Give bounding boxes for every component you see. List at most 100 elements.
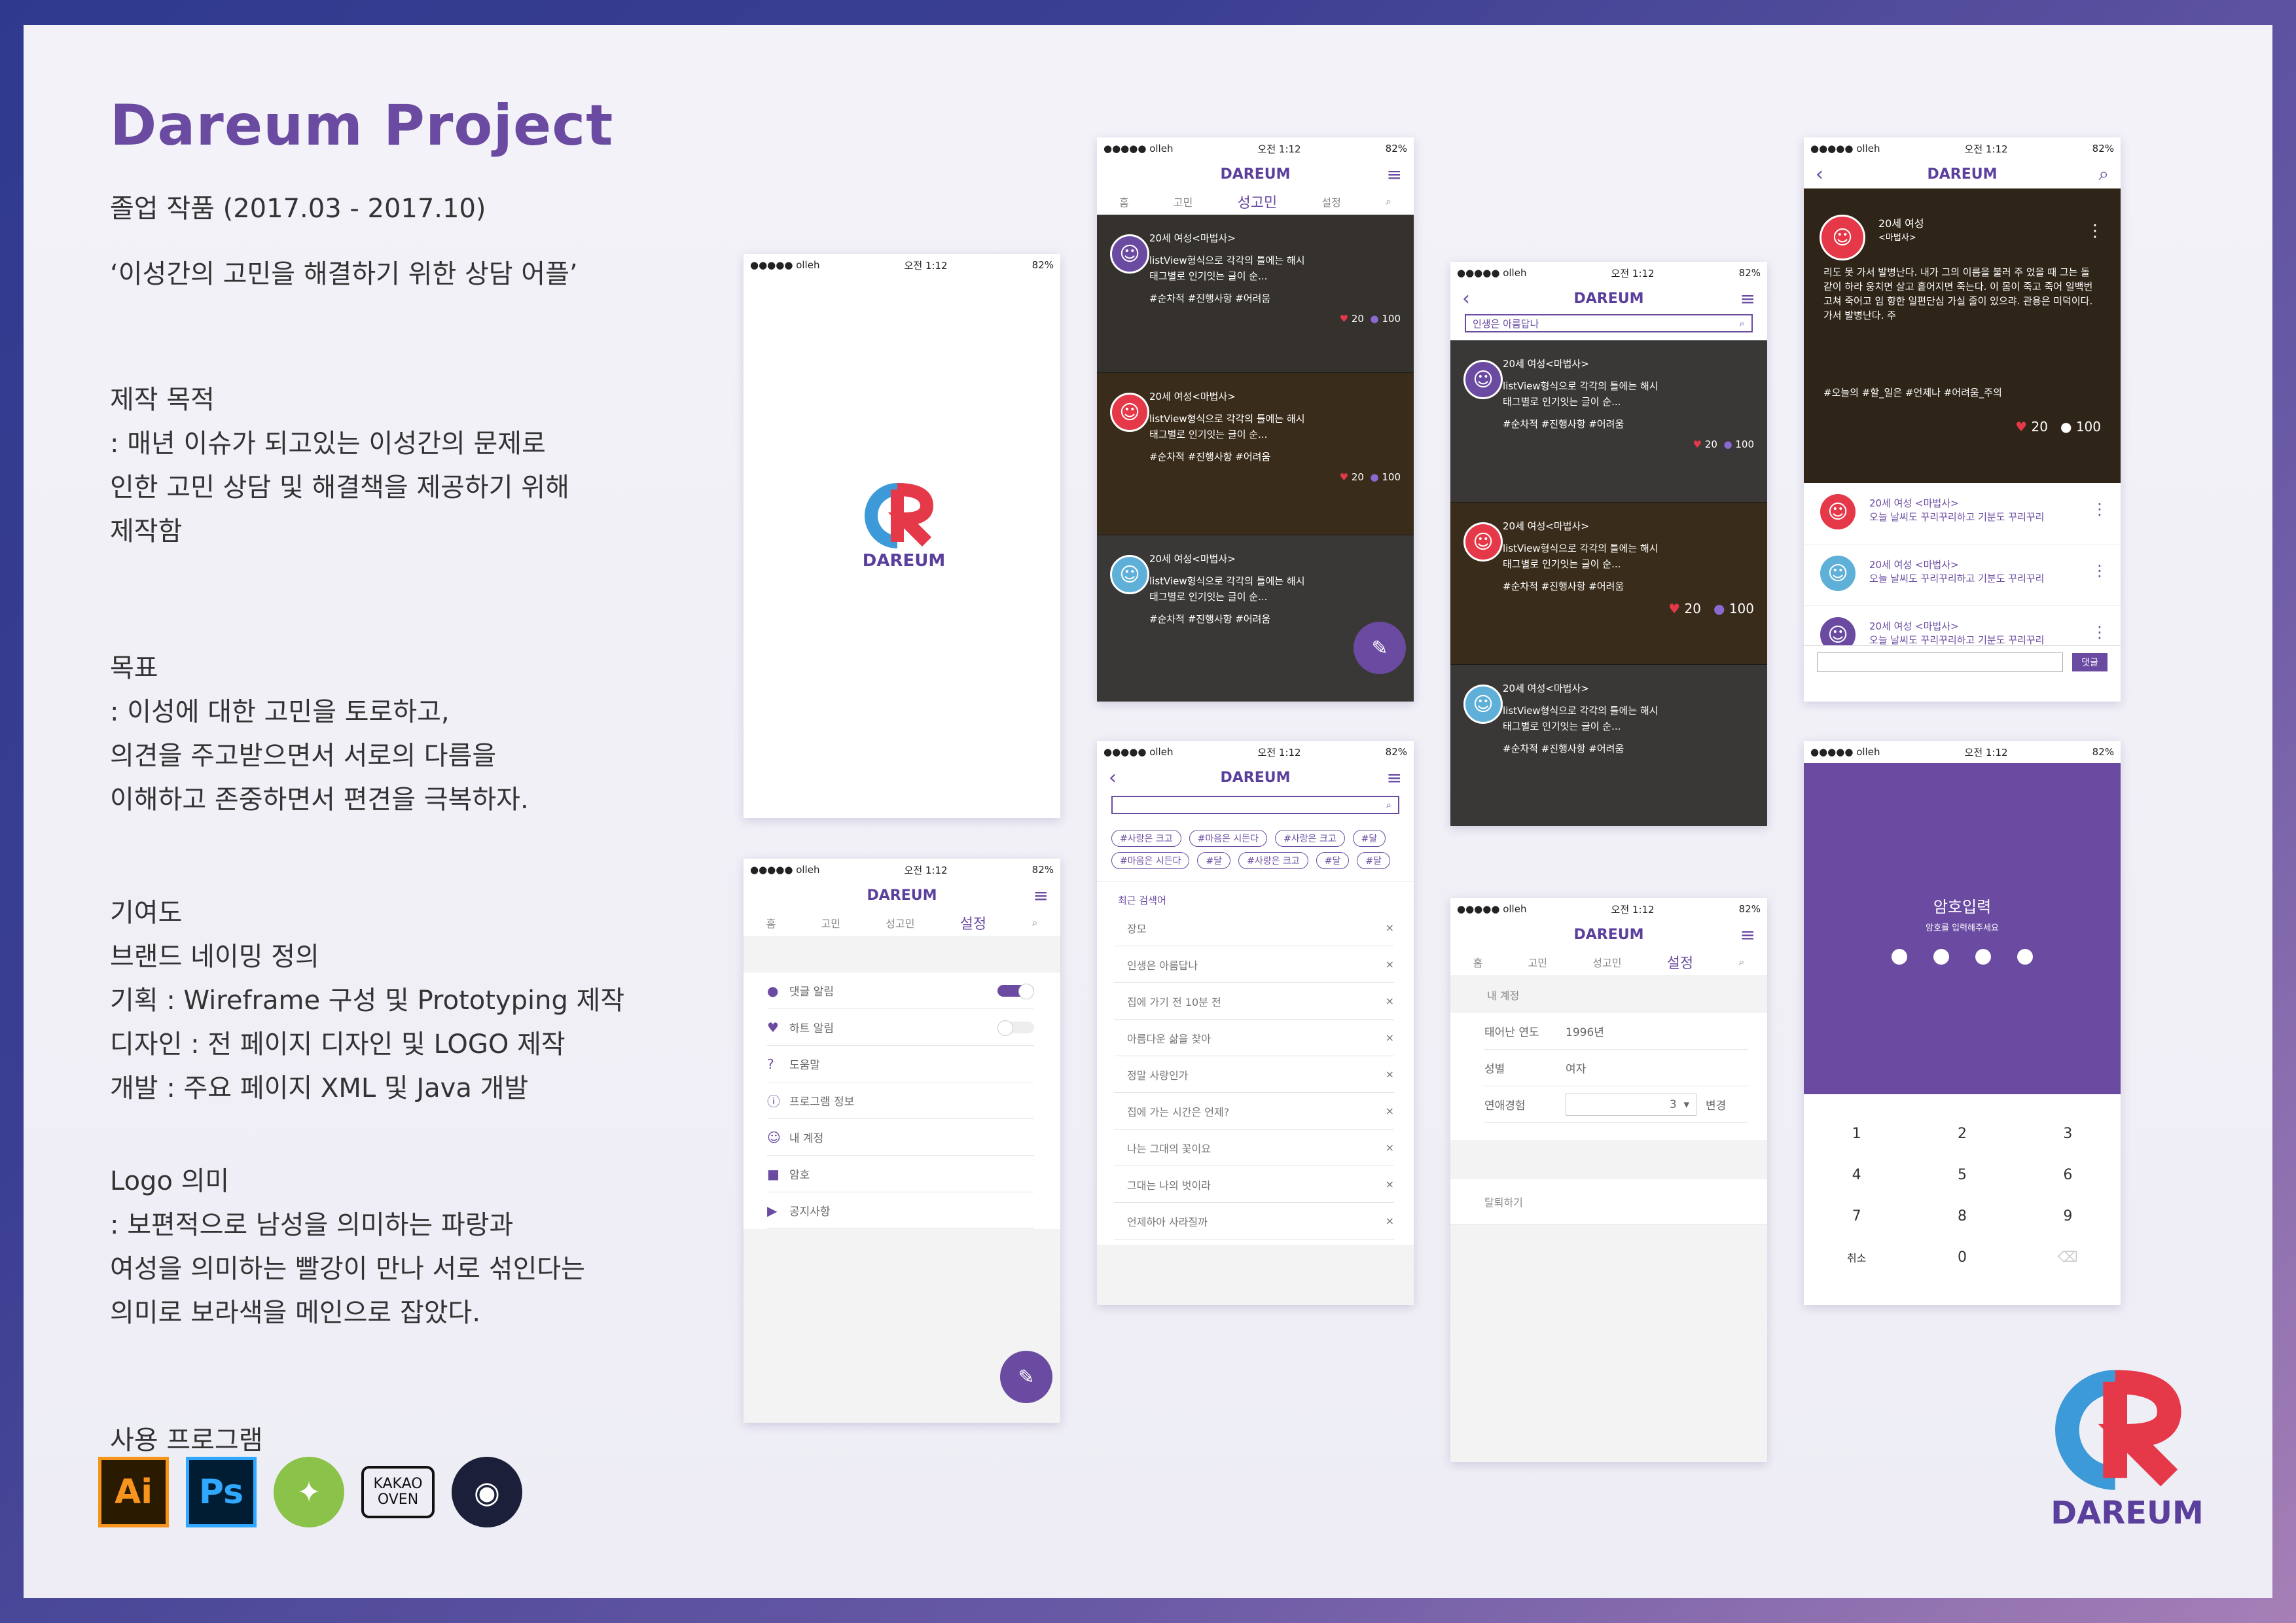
comment-icon: ●: [1713, 601, 1725, 616]
avatar: ☺: [1110, 234, 1149, 274]
feed-card[interactable]: ☺ 20세 여성<마법사> listView형식으로 각각의 틀에는 해시 태그…: [1097, 373, 1414, 535]
back-icon[interactable]: ‹: [1109, 766, 1117, 789]
key-7[interactable]: 7: [1804, 1208, 1909, 1224]
backspace-icon[interactable]: ⌫: [2015, 1249, 2121, 1266]
close-icon[interactable]: ×: [1386, 1215, 1394, 1227]
key-4[interactable]: 4: [1804, 1167, 1909, 1183]
search-icon[interactable]: ⌕: [1386, 195, 1391, 208]
reply-button[interactable]: 댓글: [2072, 653, 2108, 671]
close-icon[interactable]: ×: [1386, 1105, 1394, 1117]
menu-icon[interactable]: ≡: [1033, 885, 1049, 906]
experience-select[interactable]: 3 ▾: [1566, 1093, 1696, 1116]
tab-settings[interactable]: 설정: [1667, 952, 1693, 972]
feed-card[interactable]: ☺ 20세 여성<마법사> listView형식으로 각각의 틀에는 해시 태그…: [1097, 535, 1414, 702]
tab-home[interactable]: 홈: [1119, 194, 1129, 209]
tag-chip[interactable]: #마음은 시든다: [1189, 830, 1268, 847]
reply-item[interactable]: ☺ 20세 여성 <마법사> 오늘 날씨도 꾸리꾸리하고 기분도 꾸리꾸리 ⋮: [1804, 483, 2121, 544]
tag-chip[interactable]: #사랑은 크고: [1111, 830, 1181, 847]
tab-settings[interactable]: 설정: [960, 912, 986, 933]
settings-row-account[interactable]: ☺ 내 계정: [767, 1119, 1034, 1156]
recent-search-item[interactable]: 장모 ×: [1114, 910, 1394, 946]
tab-home[interactable]: 홈: [1473, 954, 1483, 970]
tag-chip[interactable]: #사랑은 크고: [1238, 852, 1308, 869]
close-icon[interactable]: ×: [1386, 1178, 1394, 1190]
settings-row-help[interactable]: ? 도움말: [767, 1046, 1034, 1082]
feed-card[interactable]: ☺ 20세 여성<마법사> listView형식으로 각각의 틀에는 해시 태그…: [1450, 503, 1767, 665]
tab-sex-worry[interactable]: 성고민: [1238, 191, 1278, 212]
search-input[interactable]: ⌕: [1111, 796, 1399, 814]
tab-worry[interactable]: 고민: [1528, 954, 1547, 970]
recent-search-item[interactable]: 나는 그대의 꽃이요 ×: [1114, 1130, 1394, 1166]
recent-search-item[interactable]: 집에 가는 시간은 언제? ×: [1114, 1093, 1394, 1130]
recent-search-item[interactable]: 인생은 아름답나 ×: [1114, 946, 1394, 983]
settings-row-notice[interactable]: ▶ 공지사항: [767, 1192, 1034, 1229]
menu-icon[interactable]: ≡: [1387, 767, 1402, 789]
withdraw-button[interactable]: 탈퇴하기: [1450, 1179, 1767, 1224]
recent-search-item[interactable]: 언제하아 사라질까 ×: [1114, 1203, 1394, 1240]
feed-card[interactable]: ☺ 20세 여성<마법사> listView형식으로 각각의 틀에는 해시 태그…: [1450, 665, 1767, 826]
key-3[interactable]: 3: [2015, 1126, 2121, 1142]
tag-chip[interactable]: #달: [1352, 830, 1386, 847]
back-icon[interactable]: ‹: [1462, 287, 1470, 310]
close-icon[interactable]: ×: [1386, 958, 1394, 971]
close-icon[interactable]: ×: [1386, 1068, 1394, 1080]
key-5[interactable]: 5: [1909, 1167, 2015, 1183]
tab-sex-worry[interactable]: 성고민: [886, 915, 914, 931]
tag-chip[interactable]: #달: [1357, 852, 1390, 869]
key-0[interactable]: 0: [1909, 1249, 2015, 1266]
write-button[interactable]: ✎: [1000, 1351, 1052, 1403]
feed-card[interactable]: ☺ 20세 여성<마법사> listView형식으로 각각의 틀에는 해시 태그…: [1450, 340, 1767, 503]
user-icon: ☺: [767, 1129, 781, 1145]
settings-row-password[interactable]: ■ 암호: [767, 1156, 1034, 1192]
key-2[interactable]: 2: [1909, 1126, 2015, 1142]
key-8[interactable]: 8: [1909, 1208, 2015, 1224]
reply-item[interactable]: ☺ 20세 여성 <마법사> 오늘 날씨도 꾸리꾸리하고 기분도 꾸리꾸리 ⋮: [1804, 544, 2121, 606]
menu-icon[interactable]: ≡: [1740, 288, 1755, 310]
key-9[interactable]: 9: [2015, 1208, 2121, 1224]
settings-row-comment-alert[interactable]: ● 댓글 알림: [767, 972, 1034, 1009]
menu-icon[interactable]: ≡: [1387, 164, 1402, 185]
settings-row-heart-alert[interactable]: ♥ 하트 알림: [767, 1009, 1034, 1046]
search-icon[interactable]: ⌕: [1386, 799, 1391, 811]
more-vertical-icon[interactable]: ⋮: [2092, 623, 2108, 641]
tag-chip[interactable]: #달: [1316, 852, 1350, 869]
recent-search-item[interactable]: 아름다운 삶을 찾아 ×: [1114, 1020, 1394, 1056]
tab-settings[interactable]: 설정: [1321, 194, 1340, 209]
tab-sex-worry[interactable]: 성고민: [1592, 954, 1621, 970]
comment-alert-toggle[interactable]: [997, 983, 1034, 999]
change-button[interactable]: 변경: [1706, 1096, 1726, 1113]
more-vertical-icon[interactable]: ⋮: [2087, 221, 2104, 241]
key-1[interactable]: 1: [1804, 1126, 1909, 1142]
more-vertical-icon[interactable]: ⋮: [2092, 500, 2108, 518]
tab-home[interactable]: 홈: [766, 915, 776, 931]
more-vertical-icon[interactable]: ⋮: [2092, 562, 2108, 580]
recent-search-item[interactable]: 정말 사랑인가 ×: [1114, 1056, 1394, 1093]
tag-chip[interactable]: #마음은 시든다: [1111, 852, 1190, 869]
menu-icon[interactable]: ≡: [1740, 924, 1755, 946]
search-icon[interactable]: ⌕: [2098, 163, 2109, 185]
search-icon[interactable]: ⌕: [1031, 916, 1037, 929]
feed-card[interactable]: ☺ 20세 여성<마법사> listView형식으로 각각의 틀에는 해시 태그…: [1097, 215, 1414, 373]
heart-alert-toggle[interactable]: [997, 1020, 1034, 1036]
close-icon[interactable]: ×: [1386, 921, 1394, 934]
write-button[interactable]: ✎: [1354, 622, 1406, 674]
key-cancel[interactable]: 취소: [1804, 1249, 1909, 1266]
tag-chip[interactable]: #사랑은 크고: [1275, 830, 1345, 847]
close-icon[interactable]: ×: [1386, 1031, 1394, 1044]
settings-row-info[interactable]: ⓘ 프로그램 정보: [767, 1082, 1034, 1119]
key-6[interactable]: 6: [2015, 1167, 2121, 1183]
tab-worry[interactable]: 고민: [821, 915, 840, 931]
recent-search-item[interactable]: 집에 가기 전 10분 전 ×: [1114, 983, 1394, 1020]
tag-chip[interactable]: #달: [1197, 852, 1231, 869]
recent-search-item[interactable]: 그대는 나의 벗이라 ×: [1114, 1166, 1394, 1203]
reply-input[interactable]: [1817, 652, 2064, 672]
search-icon[interactable]: ⌕: [1738, 955, 1744, 969]
close-icon[interactable]: ×: [1386, 995, 1394, 1007]
back-icon[interactable]: ‹: [1816, 163, 1823, 186]
search-icon[interactable]: ⌕: [1740, 317, 1745, 329]
close-icon[interactable]: ×: [1386, 1141, 1394, 1154]
reply-item[interactable]: ☺ 20세 여성 <마법사> 오늘 날씨도 꾸리꾸리하고 기분도 꾸리꾸리 ⋮: [1804, 606, 2121, 645]
feed-stats: ♥ 20 ● 100: [1668, 601, 1754, 616]
tab-worry[interactable]: 고민: [1174, 194, 1193, 209]
search-input[interactable]: 인생은 아름답나 ⌕: [1465, 314, 1753, 332]
